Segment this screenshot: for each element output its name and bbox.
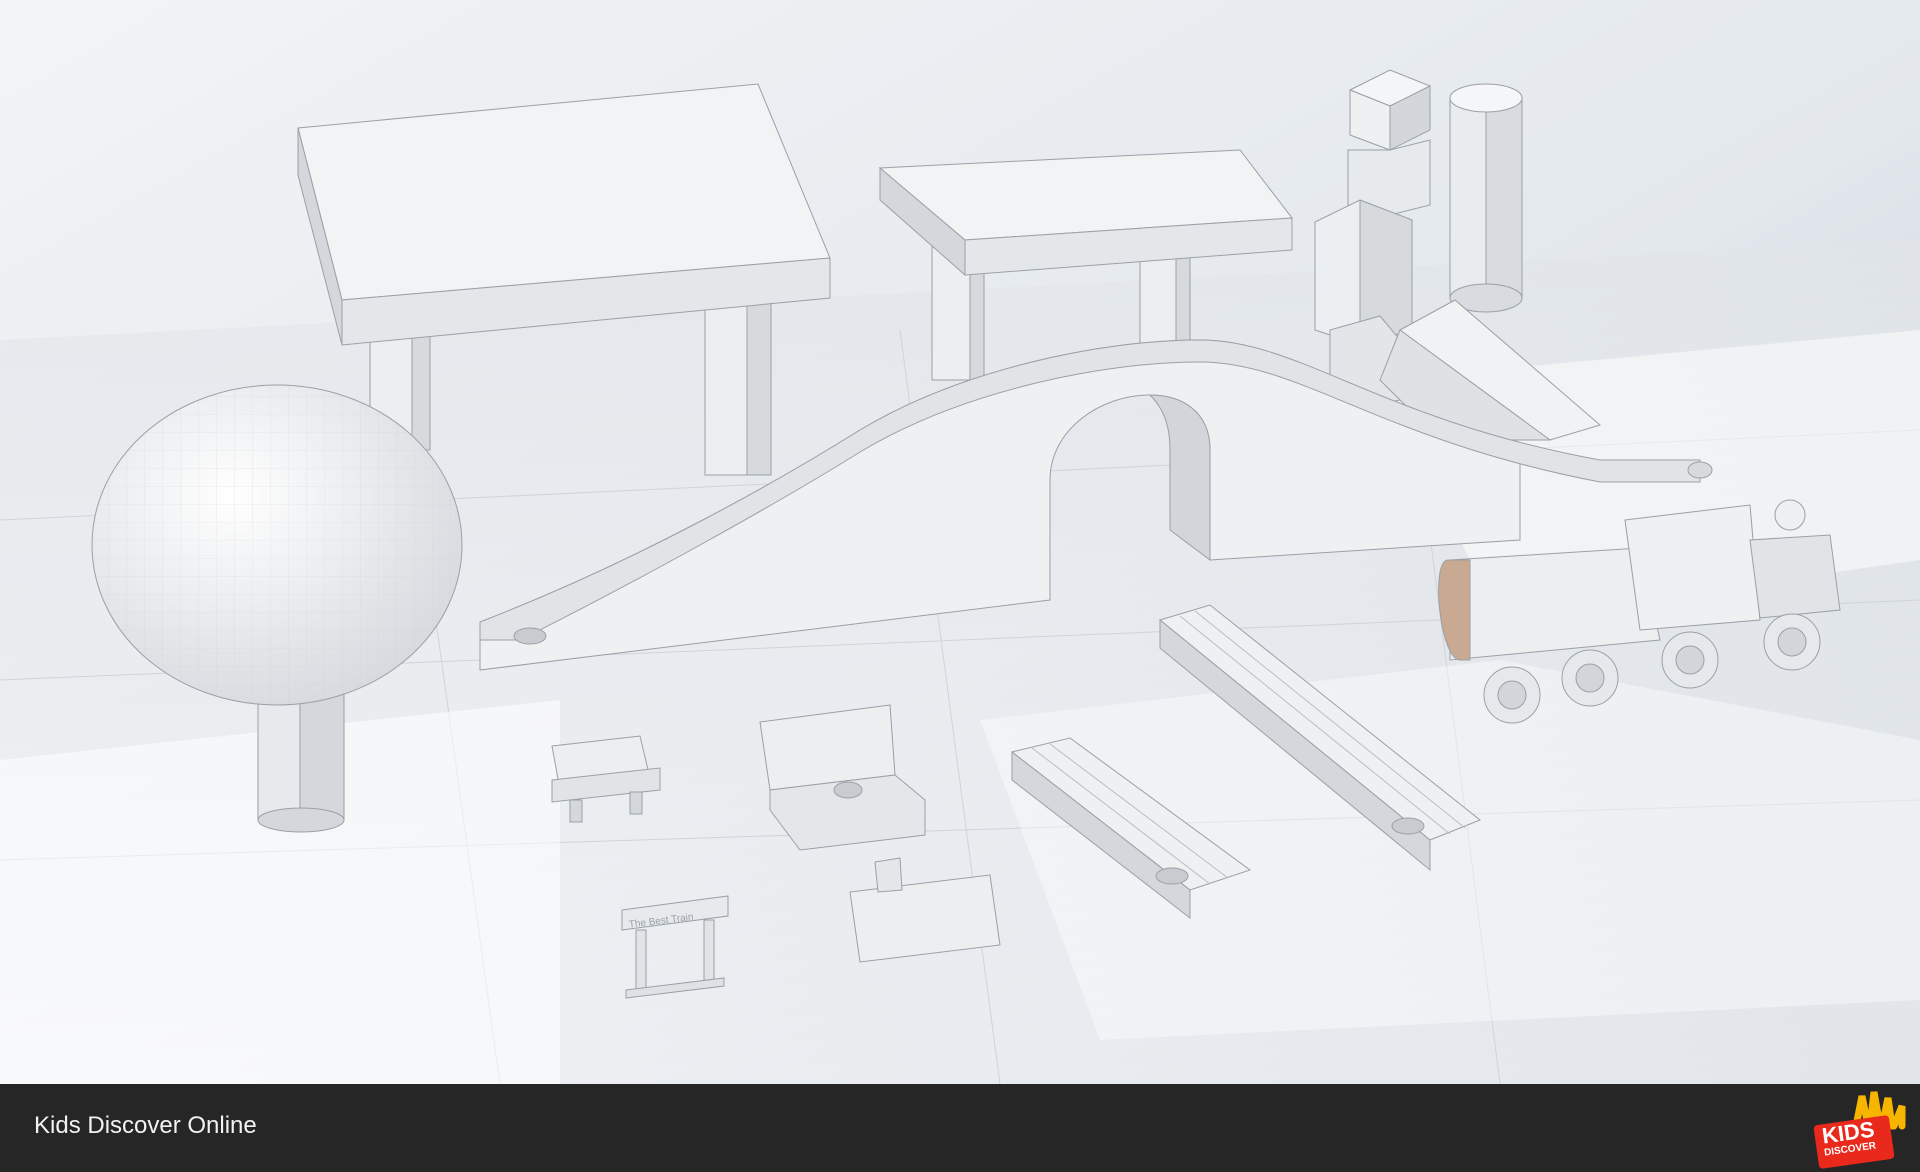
kids-discover-logo: KIDS DISCOVER — [1812, 1090, 1908, 1170]
cylinder-block — [1449, 83, 1523, 313]
footer-bar: Kids Discover Online KIDS DISCOVER — [0, 1084, 1920, 1172]
footer-title: Kids Discover Online — [34, 1112, 257, 1139]
3d-render-scene: The Best Train — [0, 0, 1920, 1084]
